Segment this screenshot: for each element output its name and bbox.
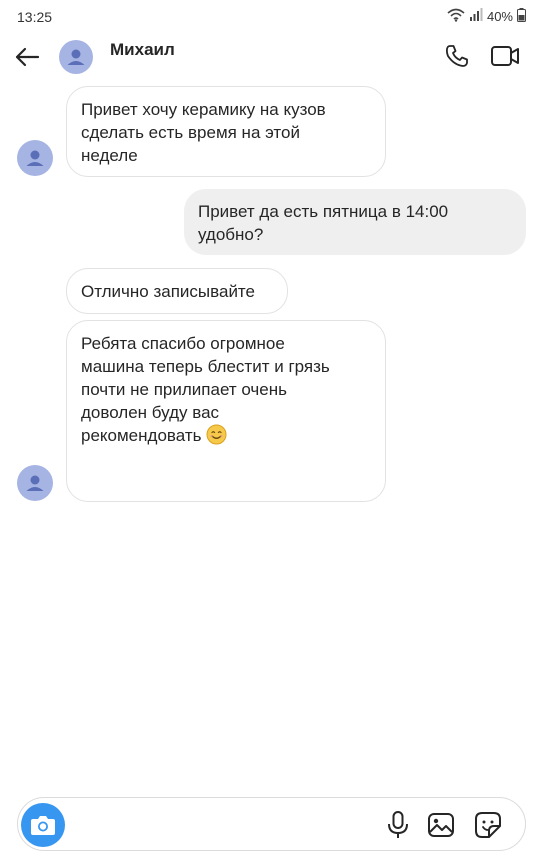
message-text: Отлично записывайте (81, 282, 255, 301)
message-text: Ребята спасибо огромное машина теперь бл… (81, 332, 371, 451)
status-indicators: 40% (447, 7, 526, 25)
battery-icon (517, 7, 526, 25)
person-icon (26, 475, 44, 491)
voice-message-button[interactable] (384, 810, 412, 840)
video-call-button[interactable] (490, 42, 520, 70)
video-camera-icon (491, 46, 519, 66)
message-input[interactable] (76, 810, 372, 840)
sender-avatar[interactable] (17, 465, 53, 501)
voice-call-button[interactable] (443, 42, 471, 70)
chat-header: Михаил (0, 32, 542, 82)
message-bubble-incoming[interactable]: Привет хочу керамику на кузов сделать ес… (66, 86, 386, 177)
person-icon (26, 150, 44, 166)
contact-avatar[interactable] (59, 40, 93, 74)
sender-avatar[interactable] (17, 140, 53, 176)
smiling-face-emoji-icon (206, 424, 227, 451)
wifi-icon (447, 8, 465, 25)
message-bubble-incoming[interactable]: Ребята спасибо огромное машина теперь бл… (66, 320, 386, 502)
back-button[interactable] (12, 42, 42, 72)
person-icon (67, 49, 85, 65)
phone-icon (445, 45, 468, 67)
message-bubble-outgoing[interactable]: Привет да есть пятница в 14:00 удобно? (184, 189, 526, 255)
message-text: Привет хочу керамику на кузов сделать ес… (81, 100, 326, 165)
status-bar: 13:25 40% (0, 0, 542, 32)
contact-name[interactable]: Михаил (110, 40, 175, 60)
image-icon (428, 813, 454, 837)
camera-button[interactable] (21, 803, 65, 847)
sticker-button[interactable] (473, 810, 503, 840)
camera-icon (31, 816, 55, 835)
message-composer (17, 797, 526, 851)
gallery-button[interactable] (426, 810, 456, 840)
battery-percent: 40% (486, 8, 513, 24)
back-arrow-icon (15, 47, 40, 67)
message-bubble-incoming[interactable]: Отлично записывайте (66, 268, 288, 314)
signal-icon (469, 8, 483, 24)
sticker-icon (475, 812, 501, 838)
microphone-icon (388, 811, 408, 838)
status-time: 13:25 (17, 9, 53, 25)
message-text: Привет да есть пятница в 14:00 удобно? (198, 202, 449, 244)
